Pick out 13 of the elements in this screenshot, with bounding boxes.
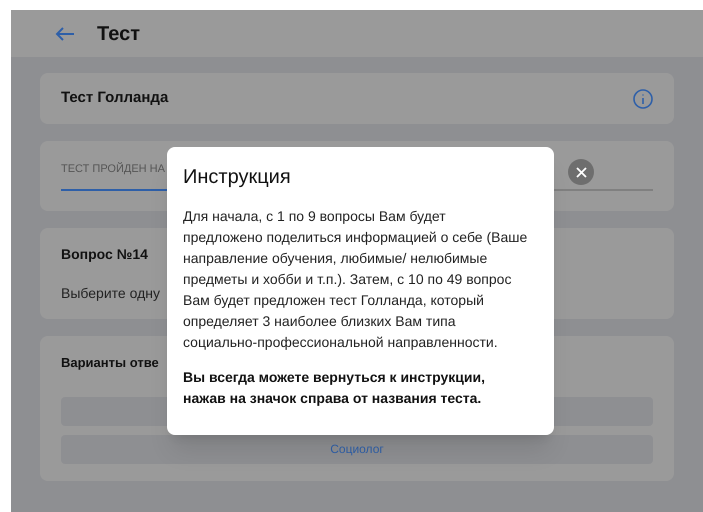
progress-label: ТЕСТ ПРОЙДЕН НА (61, 161, 165, 177)
info-icon[interactable] (633, 88, 653, 108)
dialog-paragraph: Вы всегда можете вернуться к инструкции, нажав на значок справа от названия теста. (183, 368, 486, 408)
page-title: Тест (97, 22, 140, 46)
question-prompt: Выберите одну (61, 284, 160, 303)
question-number: Вопрос №14 (61, 244, 148, 264)
answers-heading: Варианты отве (61, 354, 159, 372)
answer-option[interactable]: Социолог (61, 434, 653, 464)
close-icon (576, 166, 586, 178)
dialog-paragraph: Для начала, с 1 по 9 вопросы Вам будет предложено поделиться информацией о себе (Ваше направление обучения, любимые/ нелюбимые предметы и хобби и т.п.). Затем, с 10 по 49 вопрос Вам будет предложен тест Голланда, который определяет 3 наиболее близких Вам типа социально-профессиональной направленности. (183, 207, 528, 352)
back-arrow-icon[interactable] (55, 26, 75, 42)
test-name: Тест Голланда (61, 88, 168, 108)
dialog-title: Инструкция (183, 165, 292, 190)
